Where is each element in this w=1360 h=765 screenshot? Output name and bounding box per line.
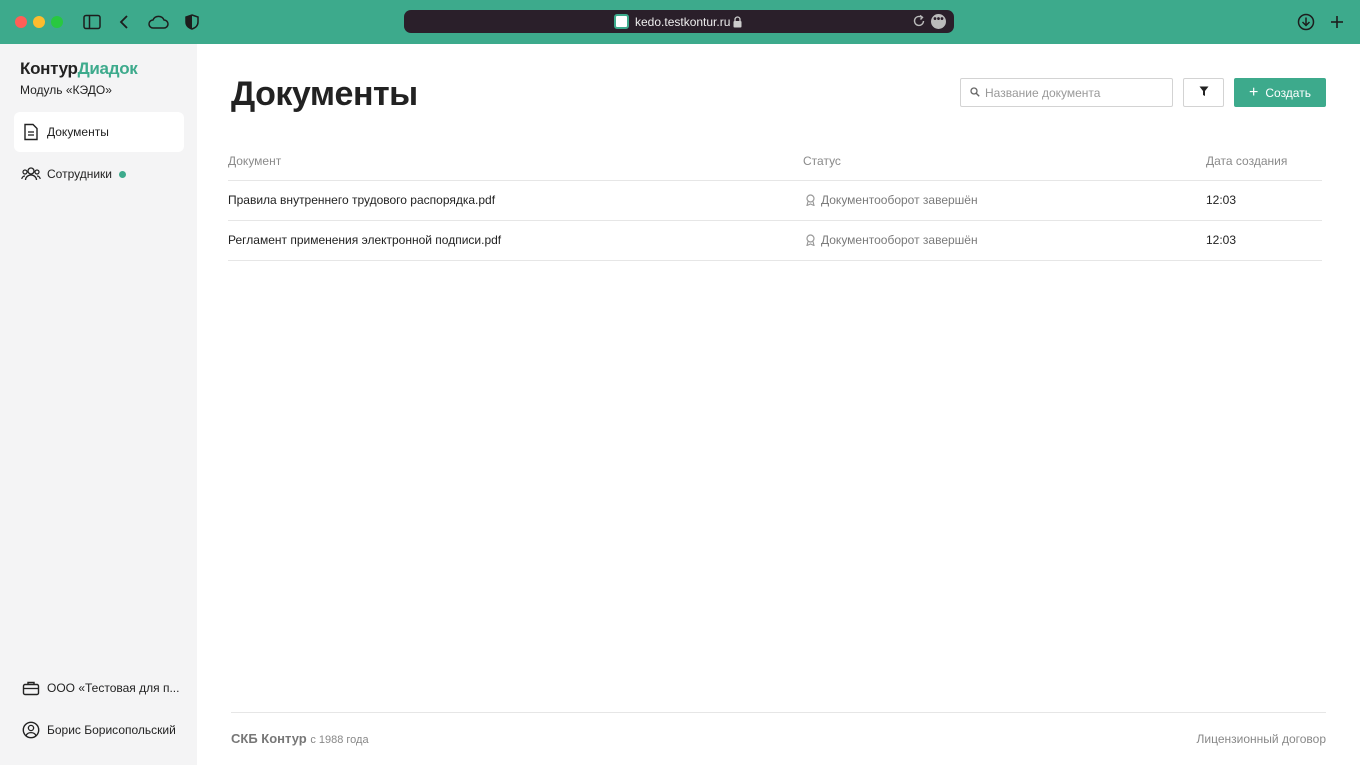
address-url: kedo.testkontur.ru [635, 15, 731, 29]
address-bar[interactable]: kedo.testkontur.ru ••• [404, 10, 954, 33]
document-icon [21, 122, 41, 142]
column-header-status[interactable]: Статус [803, 154, 841, 168]
footer-company: СКБ Контур [231, 731, 307, 746]
user-profile[interactable]: Борис Борисопольский [14, 710, 184, 750]
module-subtitle: Модуль «КЭДО» [20, 83, 112, 97]
people-icon [21, 164, 41, 184]
close-window-button[interactable] [15, 16, 27, 28]
browser-toolbar: kedo.testkontur.ru ••• [0, 0, 1360, 44]
site-favicon-icon [614, 14, 629, 29]
filter-icon [1199, 84, 1209, 102]
page-title: Документы [231, 75, 418, 113]
briefcase-icon [21, 678, 41, 698]
user-avatar-icon [21, 720, 41, 740]
download-icon[interactable] [1296, 12, 1316, 32]
sidebar-toggle-icon[interactable] [82, 12, 102, 32]
footer-divider [231, 712, 1326, 713]
status-cell: Документооборот завершён [805, 233, 978, 247]
plus-icon: + [1249, 83, 1259, 101]
sidebar-item-label: Сотрудники [47, 167, 112, 181]
cloud-icon[interactable] [146, 12, 170, 32]
back-icon[interactable] [114, 12, 134, 32]
table-divider [228, 220, 1322, 221]
create-button-label: Создать [1265, 85, 1311, 100]
lock-icon [733, 15, 742, 33]
created-date: 12:03 [1206, 193, 1237, 207]
column-header-date[interactable]: Дата создания [1206, 154, 1287, 168]
new-tab-icon[interactable] [1327, 12, 1347, 32]
license-agreement-link[interactable]: Лицензионный договор [1197, 732, 1326, 746]
search-icon [970, 84, 980, 102]
signed-status-icon [805, 234, 816, 246]
brand-name-diadoc: Диадок [77, 59, 138, 78]
sidebar-item-label: Документы [47, 125, 109, 139]
table-divider [228, 180, 1322, 181]
user-name: Борис Борисопольский [47, 723, 176, 737]
minimize-window-button[interactable] [33, 16, 45, 28]
sidebar-item-employees[interactable]: Сотрудники [14, 154, 184, 194]
reload-icon[interactable] [912, 14, 926, 33]
brand-name-kontur: Контур [20, 59, 78, 78]
shield-icon[interactable] [182, 12, 202, 32]
table-divider [228, 260, 1322, 261]
organization-selector[interactable]: ООО «Тестовая для п... [14, 668, 184, 708]
footer-brand: СКБ Контур с 1988 года [231, 731, 369, 746]
search-box[interactable] [960, 78, 1173, 107]
sidebar-item-documents[interactable]: Документы [14, 112, 184, 152]
status-text: Документооборот завершён [821, 233, 978, 247]
create-button[interactable]: + Создать [1234, 78, 1326, 107]
sidebar: КонтурДиадок Модуль «КЭДО» Документы Сот… [0, 44, 197, 765]
column-header-document[interactable]: Документ [228, 154, 281, 168]
more-options-icon[interactable]: ••• [931, 14, 946, 29]
footer-since: с 1988 года [310, 734, 369, 746]
created-date: 12:03 [1206, 233, 1237, 247]
maximize-window-button[interactable] [51, 16, 63, 28]
organization-name: ООО «Тестовая для п... [47, 681, 180, 695]
status-cell: Документооборот завершён [805, 193, 978, 207]
document-name-link[interactable]: Правила внутреннего трудового распорядка… [228, 193, 495, 207]
brand-logo[interactable]: КонтурДиадок [20, 59, 138, 79]
filter-button[interactable] [1183, 78, 1224, 107]
notification-dot [119, 170, 126, 178]
document-name-link[interactable]: Регламент применения электронной подписи… [228, 233, 501, 247]
search-input[interactable] [985, 85, 1165, 100]
status-text: Документооборот завершён [821, 193, 978, 207]
signed-status-icon [805, 194, 816, 206]
